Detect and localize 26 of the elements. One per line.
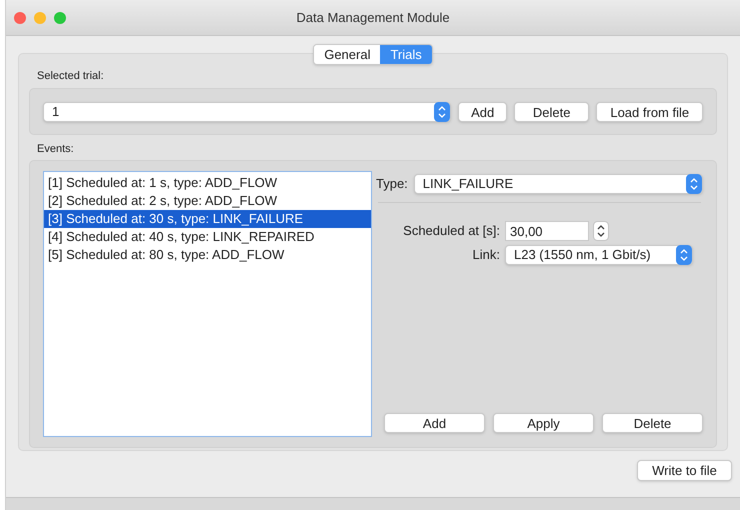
window-title: Data Management Module: [296, 8, 450, 27]
trial-select[interactable]: 1: [43, 102, 452, 122]
push-button[interactable]: Write to file: [637, 460, 732, 481]
tab[interactable]: General: [314, 45, 380, 64]
type-select[interactable]: LINK_FAILURE: [414, 174, 703, 194]
zoom-icon[interactable]: [54, 12, 66, 24]
push-button[interactable]: Delete: [514, 102, 590, 122]
list-item[interactable]: [3] Scheduled at: 30 s, type: LINK_FAILURE: [44, 210, 371, 228]
push-button[interactable]: Delete: [602, 413, 703, 433]
link-select[interactable]: L23 (1550 nm, 1 Gbit/s): [505, 245, 693, 265]
link-label: Link:: [472, 246, 501, 264]
list-item[interactable]: [4] Scheduled at: 40 s, type: LINK_REPAIRED: [44, 228, 371, 246]
stepper-icon[interactable]: [593, 221, 609, 241]
group-label: Events:: [37, 142, 75, 156]
list-item[interactable]: [5] Scheduled at: 80 s, type: ADD_FLOW: [44, 246, 371, 264]
type-label: Type:: [376, 175, 408, 194]
close-icon[interactable]: [14, 12, 26, 24]
push-button[interactable]: Add: [384, 413, 485, 433]
push-button[interactable]: Load from file: [596, 102, 703, 122]
list-item[interactable]: [1] Scheduled at: 1 s, type: ADD_FLOW: [44, 174, 371, 192]
list-item[interactable]: [2] Scheduled at: 2 s, type: ADD_FLOW: [44, 192, 371, 210]
push-button[interactable]: Add: [458, 102, 507, 122]
scheduled-field[interactable]: 30,00: [505, 221, 589, 241]
scheduled-label: Scheduled at [s]:: [402, 222, 501, 240]
group-label: Selected trial:: [37, 69, 105, 84]
push-button[interactable]: Apply: [493, 413, 594, 433]
